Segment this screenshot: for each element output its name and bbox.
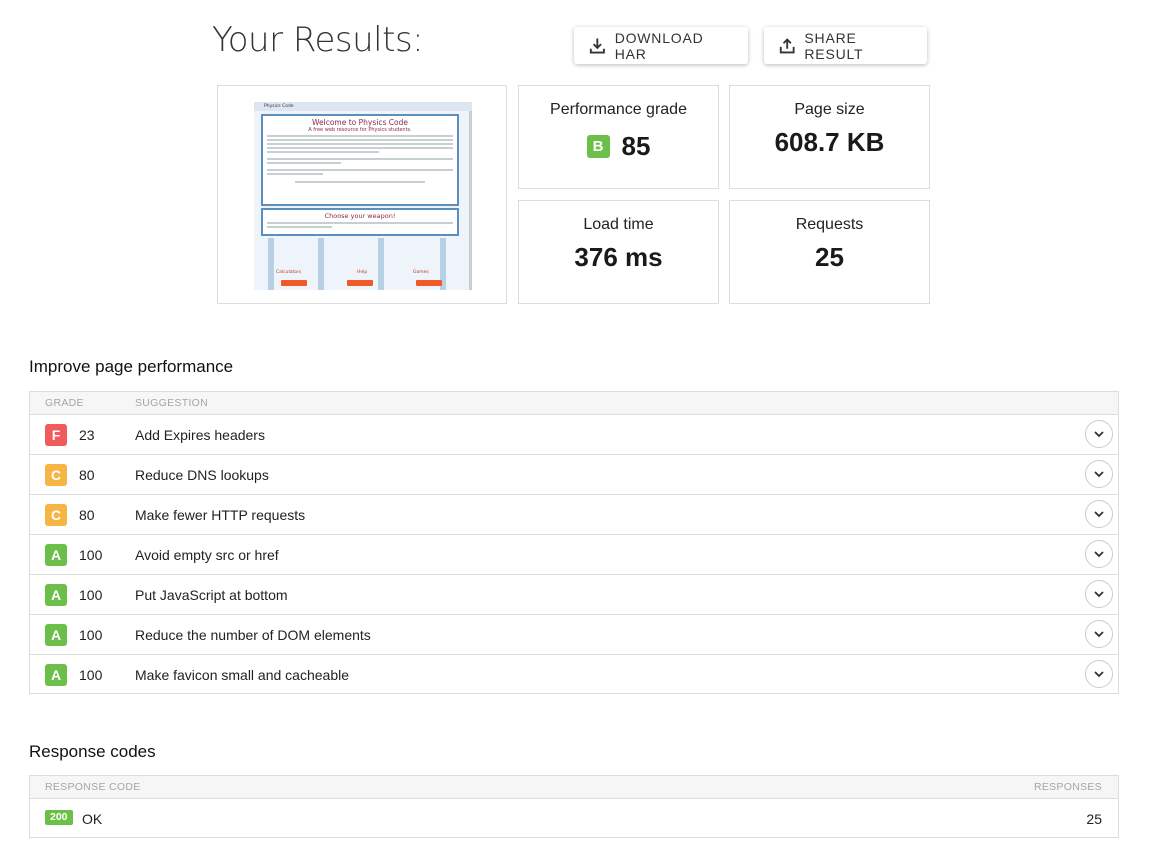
grade-score: 100: [79, 667, 103, 683]
screenshot-games-label: Games: [413, 270, 429, 275]
response-codes-table-header: RESPONSE CODE RESPONSES: [30, 776, 1118, 799]
expand-button[interactable]: [1085, 420, 1113, 448]
grade-badge: C: [45, 504, 67, 526]
screenshot-calculators-label: Calculators: [276, 270, 302, 275]
response-codes-table: RESPONSE CODE RESPONSES 200 OK 25: [29, 775, 1119, 838]
response-count: 25: [1086, 811, 1102, 827]
requests-value: 25: [815, 242, 844, 272]
suggestion-text: Avoid empty src or href: [135, 547, 279, 563]
download-icon: [589, 38, 605, 53]
response-code-column-header: RESPONSE CODE: [45, 781, 141, 793]
suggestion-text: Put JavaScript at bottom: [135, 587, 288, 603]
suggestion-column-header: SUGGESTION: [135, 397, 209, 409]
suggestion-row[interactable]: A 100 Reduce the number of DOM elements: [30, 615, 1118, 655]
requests-card: Requests 25: [729, 200, 930, 304]
chevron-down-icon: [1094, 671, 1104, 678]
screenshot-section-heading: Choose your weapon!: [324, 212, 396, 220]
suggestion-text: Make fewer HTTP requests: [135, 507, 306, 523]
expand-button[interactable]: [1085, 500, 1113, 528]
page-size-card: Page size 608.7 KB: [729, 85, 930, 189]
suggestion-row[interactable]: F 23 Add Expires headers: [30, 415, 1118, 455]
response-code-row: 200 OK 25: [30, 799, 1118, 839]
chevron-down-icon: [1094, 471, 1104, 478]
grade-badge: A: [45, 624, 67, 646]
grade-badge: F: [45, 424, 67, 446]
response-code-badge: 200: [45, 810, 73, 825]
performance-grade-badge: B: [586, 135, 610, 158]
expand-button[interactable]: [1085, 580, 1113, 608]
grade-badge: C: [45, 464, 67, 486]
grade-score: 100: [79, 587, 103, 603]
grade-score: 80: [79, 467, 95, 483]
requests-label: Requests: [795, 216, 864, 233]
suggestion-row[interactable]: A 100 Avoid empty src or href: [30, 535, 1118, 575]
suggestion-text: Make favicon small and cacheable: [135, 667, 350, 683]
improve-section-title: Improve page performance: [29, 357, 234, 376]
page-size-label: Page size: [794, 101, 865, 118]
grade-score: 23: [79, 427, 95, 443]
load-time-value: 376 ms: [574, 242, 663, 272]
screenshot-welcome-box: Welcome to Physics Code A free web resou…: [261, 114, 459, 206]
screenshot-choose-box: Choose your weapon!: [261, 208, 459, 236]
grade-badge: A: [45, 544, 67, 566]
chevron-down-icon: [1094, 431, 1104, 438]
chevron-down-icon: [1094, 631, 1104, 638]
chevron-down-icon: [1094, 551, 1104, 558]
responses-column-header: RESPONSES: [1033, 781, 1102, 793]
load-time-card: Load time 376 ms: [518, 200, 719, 304]
grade-score: 100: [79, 627, 103, 643]
expand-button[interactable]: [1085, 660, 1113, 688]
performance-grade-value: 85: [621, 131, 651, 161]
grade-column-header: GRADE: [45, 397, 84, 409]
page-screenshot-thumbnail: Physics Code Welcome to Physics Code A f…: [217, 85, 507, 304]
suggestion-text: Reduce the number of DOM elements: [135, 627, 371, 643]
suggestion-row[interactable]: A 100 Make favicon small and cacheable: [30, 655, 1118, 695]
share-result-button[interactable]: SHARE RESULT: [764, 27, 927, 64]
screenshot-image: Physics Code Welcome to Physics Code A f…: [254, 102, 472, 290]
screenshot-site-title: Physics Code: [254, 102, 472, 111]
suggestion-row[interactable]: C 80 Reduce DNS lookups: [30, 455, 1118, 495]
suggestions-table: GRADE SUGGESTION F 23 Add Expires headers C…: [29, 391, 1119, 694]
suggestion-row[interactable]: C 80 Make fewer HTTP requests: [30, 495, 1118, 535]
suggestion-row[interactable]: A 100 Put JavaScript at bottom: [30, 575, 1118, 615]
expand-button[interactable]: [1085, 540, 1113, 568]
download-har-button[interactable]: DOWNLOAD HAR: [574, 27, 748, 64]
page-size-value: 608.7 KB: [774, 127, 885, 157]
expand-button[interactable]: [1085, 460, 1113, 488]
expand-button[interactable]: [1085, 620, 1113, 648]
response-codes-section-title: Response codes: [29, 742, 156, 761]
performance-grade-card: Performance grade B 85: [518, 85, 719, 189]
grade-badge: A: [45, 664, 67, 686]
chevron-down-icon: [1094, 591, 1104, 598]
performance-grade-label: Performance grade: [550, 101, 687, 118]
suggestion-text: Reduce DNS lookups: [135, 467, 269, 483]
chevron-down-icon: [1094, 511, 1104, 518]
screenshot-subheading: A free web resource for Physics students…: [308, 127, 412, 133]
response-code-text: OK: [82, 811, 103, 827]
grade-badge: A: [45, 584, 67, 606]
screenshot-help-label: Help: [357, 270, 368, 275]
page-title: Your Results:: [212, 20, 424, 60]
grade-score: 100: [79, 547, 103, 563]
share-icon: [779, 37, 795, 53]
suggestions-table-header: GRADE SUGGESTION: [30, 392, 1118, 415]
share-result-label: SHARE RESULT: [804, 29, 864, 62]
screenshot-heading: Welcome to Physics Code: [312, 118, 408, 127]
load-time-label: Load time: [583, 216, 654, 233]
suggestion-text: Add Expires headers: [135, 427, 265, 443]
download-har-label: DOWNLOAD HAR: [614, 29, 704, 62]
grade-score: 80: [79, 507, 95, 523]
